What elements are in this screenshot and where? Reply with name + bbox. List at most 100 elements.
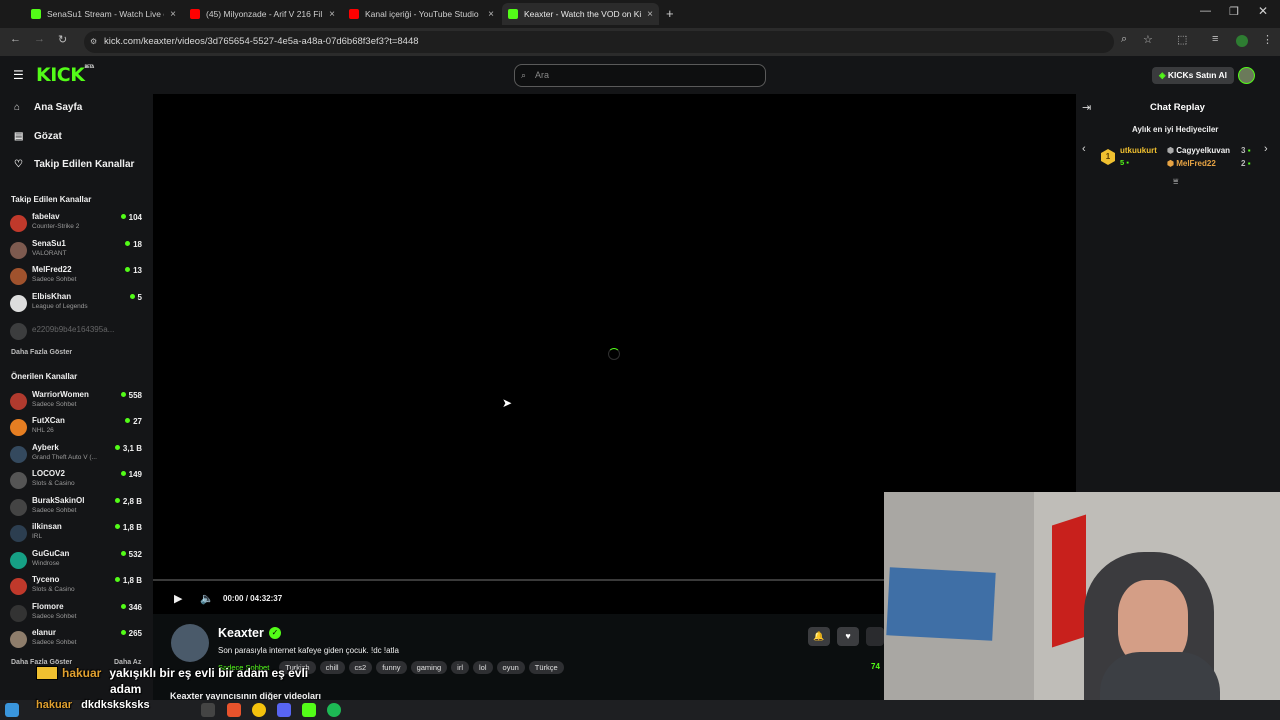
- top-gifter-name[interactable]: utkuukurt: [1120, 146, 1157, 155]
- channel-name: elanur: [32, 628, 57, 637]
- channel-category: Sadece Sohbet: [32, 506, 77, 514]
- offline-channel[interactable]: e2209b9b4e164395a...: [10, 320, 144, 344]
- browser-tab[interactable]: Kanal içeriği - YouTube Studio ×: [343, 3, 500, 25]
- sidebar-channel[interactable]: Ayberk Grand Theft Auto V (... 3,1 B: [10, 443, 144, 467]
- back-icon[interactable]: ←: [10, 33, 21, 45]
- stream-tag[interactable]: Türkçe: [528, 661, 564, 674]
- tab-close-icon[interactable]: ×: [329, 9, 335, 20]
- sidebar-channel[interactable]: ElbisKhan League of Legends 5: [10, 292, 144, 316]
- kick-logo[interactable]: KICKBETA: [36, 64, 94, 86]
- top-gifters-heading: Aylık en iyi Hediyeciler: [1132, 125, 1219, 134]
- tab-close-icon[interactable]: ×: [488, 9, 494, 20]
- task-view-icon[interactable]: [201, 703, 215, 717]
- firefox-icon[interactable]: [227, 703, 241, 717]
- media-icon[interactable]: ≡: [1212, 33, 1218, 45]
- sidebar-channel[interactable]: FutXCan NHL 26 27: [10, 416, 144, 440]
- stream-tag[interactable]: cs2: [348, 661, 373, 674]
- stream-tag[interactable]: lol: [473, 661, 493, 674]
- reload-icon[interactable]: ↻: [58, 33, 67, 46]
- follow-heart-icon[interactable]: ♥: [837, 627, 859, 646]
- gifter-badge-icon: ⬢: [1167, 146, 1177, 155]
- channel-name: SenaSu1: [32, 238, 66, 248]
- gifter-row[interactable]: ⬢ MelFred22: [1167, 159, 1216, 168]
- kick-app-icon[interactable]: [302, 703, 316, 717]
- sidebar-channel[interactable]: WarriorWomen Sadece Sohbet 558: [10, 390, 144, 414]
- sidebar-channel[interactable]: MelFred22 Sadece Sohbet 13: [10, 265, 144, 289]
- search-input[interactable]: Ara: [514, 64, 766, 87]
- followed-heading: Takip Edilen Kanallar: [11, 195, 92, 204]
- stream-tag[interactable]: chill: [319, 661, 345, 674]
- stream-tag[interactable]: gaming: [410, 661, 448, 674]
- collapse-chat-icon[interactable]: ⇥: [1082, 101, 1091, 114]
- gifter-row[interactable]: ⬢ Cagyyelkuvan: [1167, 146, 1230, 155]
- profile-avatar[interactable]: [1236, 35, 1248, 47]
- windows-start-icon[interactable]: [5, 703, 19, 717]
- new-tab-button[interactable]: +: [666, 6, 674, 21]
- chevron-left-icon[interactable]: ‹: [1082, 143, 1086, 155]
- sidebar-channel[interactable]: Tyceno Slots & Casino 1,8 B: [10, 575, 144, 599]
- hamburger-menu-icon[interactable]: ☰: [13, 68, 24, 82]
- channel-name: ilkinsan: [32, 522, 62, 531]
- streamer-name[interactable]: Keaxter: [218, 626, 264, 640]
- sidebar-channel[interactable]: ilkinsan IRL 1,8 B: [10, 522, 144, 546]
- minimize-icon[interactable]: —: [1200, 5, 1211, 17]
- play-button[interactable]: ▶: [174, 592, 182, 605]
- channel-category: Windrose: [32, 559, 60, 567]
- site-info-icon[interactable]: ⚙: [90, 37, 97, 46]
- channel-category: Sadece Sohbet: [32, 276, 77, 283]
- sidebar-channel[interactable]: BurakSakinOl Sadece Sohbet 2,8 B: [10, 496, 144, 520]
- tab-close-icon[interactable]: ×: [170, 9, 176, 20]
- spotify-icon[interactable]: [327, 703, 341, 717]
- stream-title: Son parasıyla internet kafeye giden çocu…: [218, 646, 399, 655]
- zoom-icon[interactable]: ⌕: [1121, 33, 1127, 46]
- stream-tag[interactable]: funny: [376, 661, 407, 674]
- discord-icon[interactable]: [277, 703, 291, 717]
- notification-bell-icon[interactable]: 🔔: [808, 627, 830, 646]
- browser-tab[interactable]: SenaSu1 Stream - Watch Live o ×: [25, 3, 182, 25]
- sidebar-channel[interactable]: fabelav Counter-Strike 2 104: [10, 212, 144, 236]
- browser-menu-icon[interactable]: ⋮: [1262, 33, 1273, 46]
- chevron-right-icon[interactable]: ›: [1264, 143, 1268, 155]
- seek-bar[interactable]: [153, 579, 884, 581]
- window-close-icon[interactable]: ✕: [1258, 4, 1268, 18]
- sidebar-nav-item[interactable]: ♡ Takip Edilen Kanallar: [14, 159, 134, 170]
- gift-icon: ▪: [1247, 159, 1251, 168]
- tab-close-icon[interactable]: ×: [647, 9, 653, 20]
- channel-category: IRL: [32, 533, 43, 540]
- extensions-icon[interactable]: ⬚: [1177, 33, 1187, 46]
- sidebar-channel[interactable]: LOCOV2 Slots & Casino 149: [10, 469, 144, 493]
- channel-viewers: 532: [121, 550, 142, 559]
- buy-kicks-button[interactable]: ◈ KICKs Satın Al: [1152, 67, 1234, 84]
- user-avatar[interactable]: [1238, 67, 1255, 84]
- restore-icon[interactable]: ❐: [1229, 5, 1239, 18]
- sidebar-channel[interactable]: SenaSu1 VALORANT 18: [10, 239, 144, 263]
- channel-avatar: [10, 604, 27, 622]
- forward-icon[interactable]: →: [34, 33, 45, 45]
- bookmark-star-icon[interactable]: ☆: [1143, 33, 1153, 46]
- top-gifter-count: 5 ▪: [1120, 158, 1129, 167]
- sidebar-channel[interactable]: GuGuCan Windrose 532: [10, 549, 144, 573]
- sidebar-nav-item[interactable]: ▤ Gözat: [14, 131, 62, 142]
- filter-icon[interactable]: ⩸: [1173, 176, 1178, 187]
- streamer-avatar[interactable]: [171, 624, 209, 662]
- show-more-recommended[interactable]: Daha Fazla Göster: [11, 659, 72, 666]
- stream-tag[interactable]: oyun: [496, 661, 525, 674]
- channel-category: Sadece Sohbet: [32, 400, 77, 408]
- chrome-icon[interactable]: [252, 703, 266, 717]
- stream-tag[interactable]: irl: [451, 661, 470, 674]
- channel-category: Slots & Casino: [32, 586, 75, 593]
- flag-turkey: [1052, 514, 1086, 648]
- channel-avatar: [10, 525, 27, 542]
- sidebar-nav-item[interactable]: ⌂ Ana Sayfa: [14, 102, 82, 113]
- show-more-followed[interactable]: Daha Fazla Göster: [11, 349, 72, 356]
- browser-tab[interactable]: Keaxter - Watch the VOD on Ki ×: [502, 3, 659, 25]
- gifter-name: Cagyyelkuvan: [1176, 146, 1231, 155]
- more-options-button[interactable]: [866, 627, 884, 646]
- volume-icon[interactable]: 🔈: [200, 592, 214, 605]
- verified-icon: ✓: [269, 627, 281, 639]
- sidebar-channel[interactable]: elanur Sadece Sohbet 265: [10, 628, 144, 652]
- browser-tab[interactable]: (45) Milyonzade - Arif V 216 Fil ×: [184, 3, 341, 25]
- show-less-recommended[interactable]: Daha Az: [114, 659, 141, 666]
- sidebar-channel[interactable]: Flomore Sadece Sohbet 346: [10, 602, 144, 626]
- address-bar[interactable]: kick.com/keaxter/videos/3d765654-5527-4e…: [84, 31, 1114, 53]
